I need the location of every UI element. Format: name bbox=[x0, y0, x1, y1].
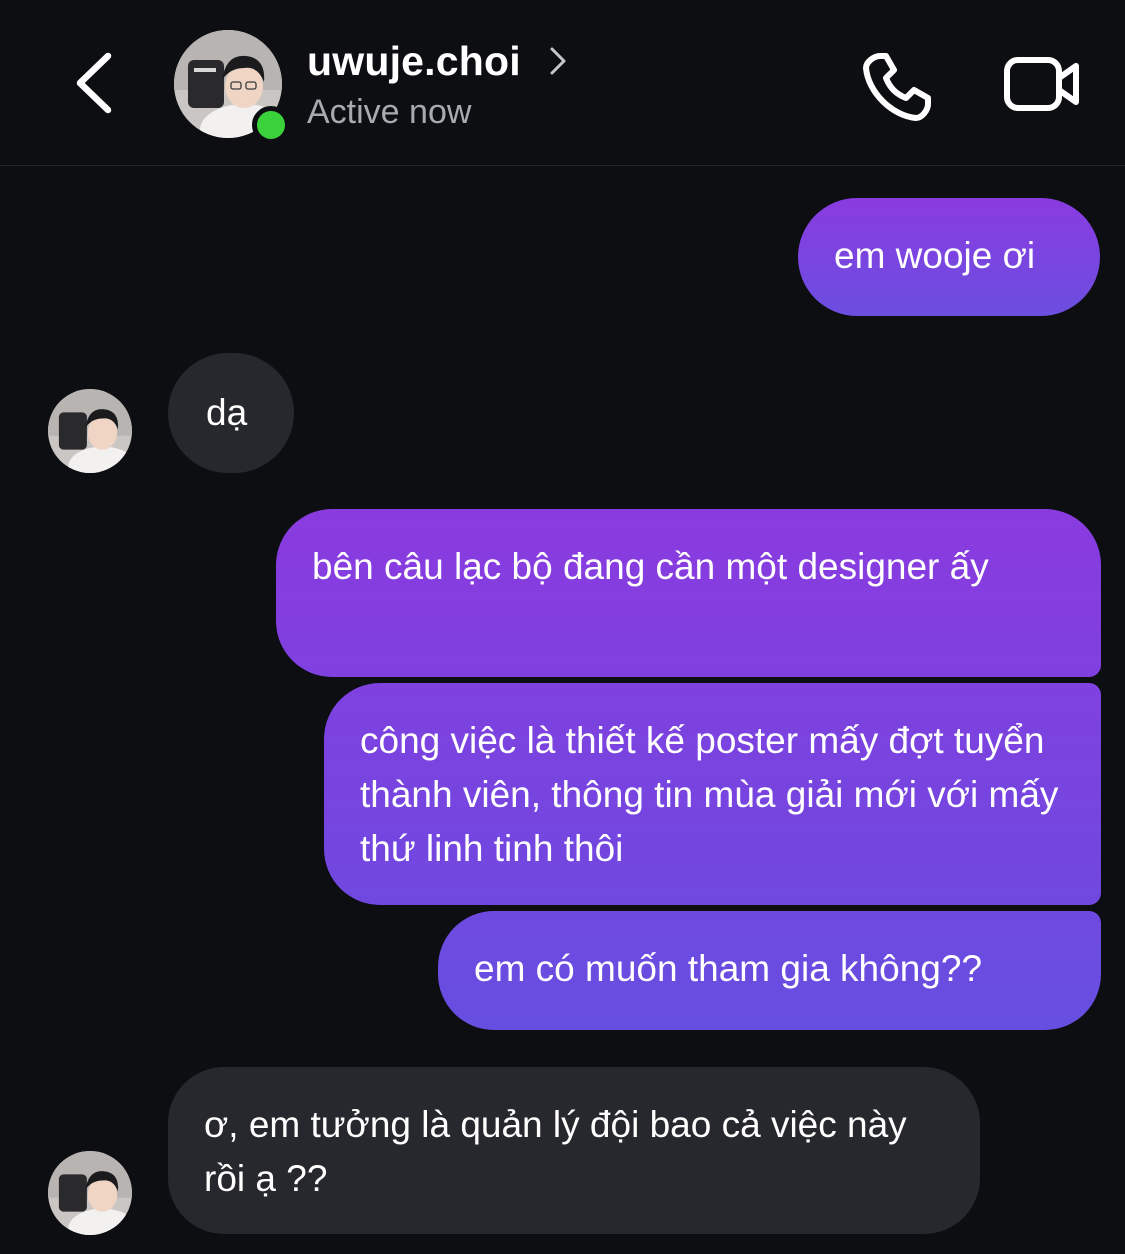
video-camera-icon bbox=[1004, 57, 1079, 111]
avatar bbox=[48, 1151, 132, 1235]
back-button[interactable] bbox=[68, 48, 124, 118]
video-call-button[interactable] bbox=[1002, 52, 1082, 116]
online-status-indicator bbox=[252, 106, 290, 144]
audio-call-button[interactable] bbox=[860, 48, 936, 124]
avatar bbox=[48, 389, 132, 473]
message-text: em wooje ơi bbox=[834, 235, 1036, 276]
message-text: em có muốn tham gia không?? bbox=[474, 948, 983, 989]
received-message[interactable]: ơ, em tưởng là quản lý đội bao cả việc n… bbox=[168, 1067, 980, 1234]
phone-icon bbox=[863, 53, 931, 121]
chat-header: uwuje.choi Active now bbox=[0, 0, 1125, 166]
received-message[interactable]: dạ bbox=[168, 353, 294, 473]
contact-avatar-small[interactable] bbox=[48, 389, 132, 473]
message-text: công việc là thiết kế poster mấy đợt tuy… bbox=[360, 720, 1059, 869]
chevron-left-icon bbox=[76, 52, 112, 114]
sent-message[interactable]: công việc là thiết kế poster mấy đợt tuy… bbox=[324, 683, 1101, 905]
sent-message[interactable]: em wooje ơi bbox=[798, 198, 1100, 316]
chevron-right-icon[interactable] bbox=[546, 44, 570, 78]
contact-name[interactable]: uwuje.choi bbox=[307, 38, 521, 85]
message-text: ơ, em tưởng là quản lý đội bao cả việc n… bbox=[204, 1104, 907, 1199]
active-status: Active now bbox=[307, 93, 472, 131]
message-text: dạ bbox=[206, 392, 248, 433]
message-text: bên câu lạc bộ đang cần một designer ấy bbox=[312, 546, 989, 587]
contact-avatar[interactable] bbox=[174, 30, 290, 144]
contact-avatar-small[interactable] bbox=[48, 1151, 132, 1235]
sent-message[interactable]: em có muốn tham gia không?? bbox=[438, 911, 1101, 1030]
sent-message[interactable]: bên câu lạc bộ đang cần một designer ấy bbox=[276, 509, 1101, 677]
